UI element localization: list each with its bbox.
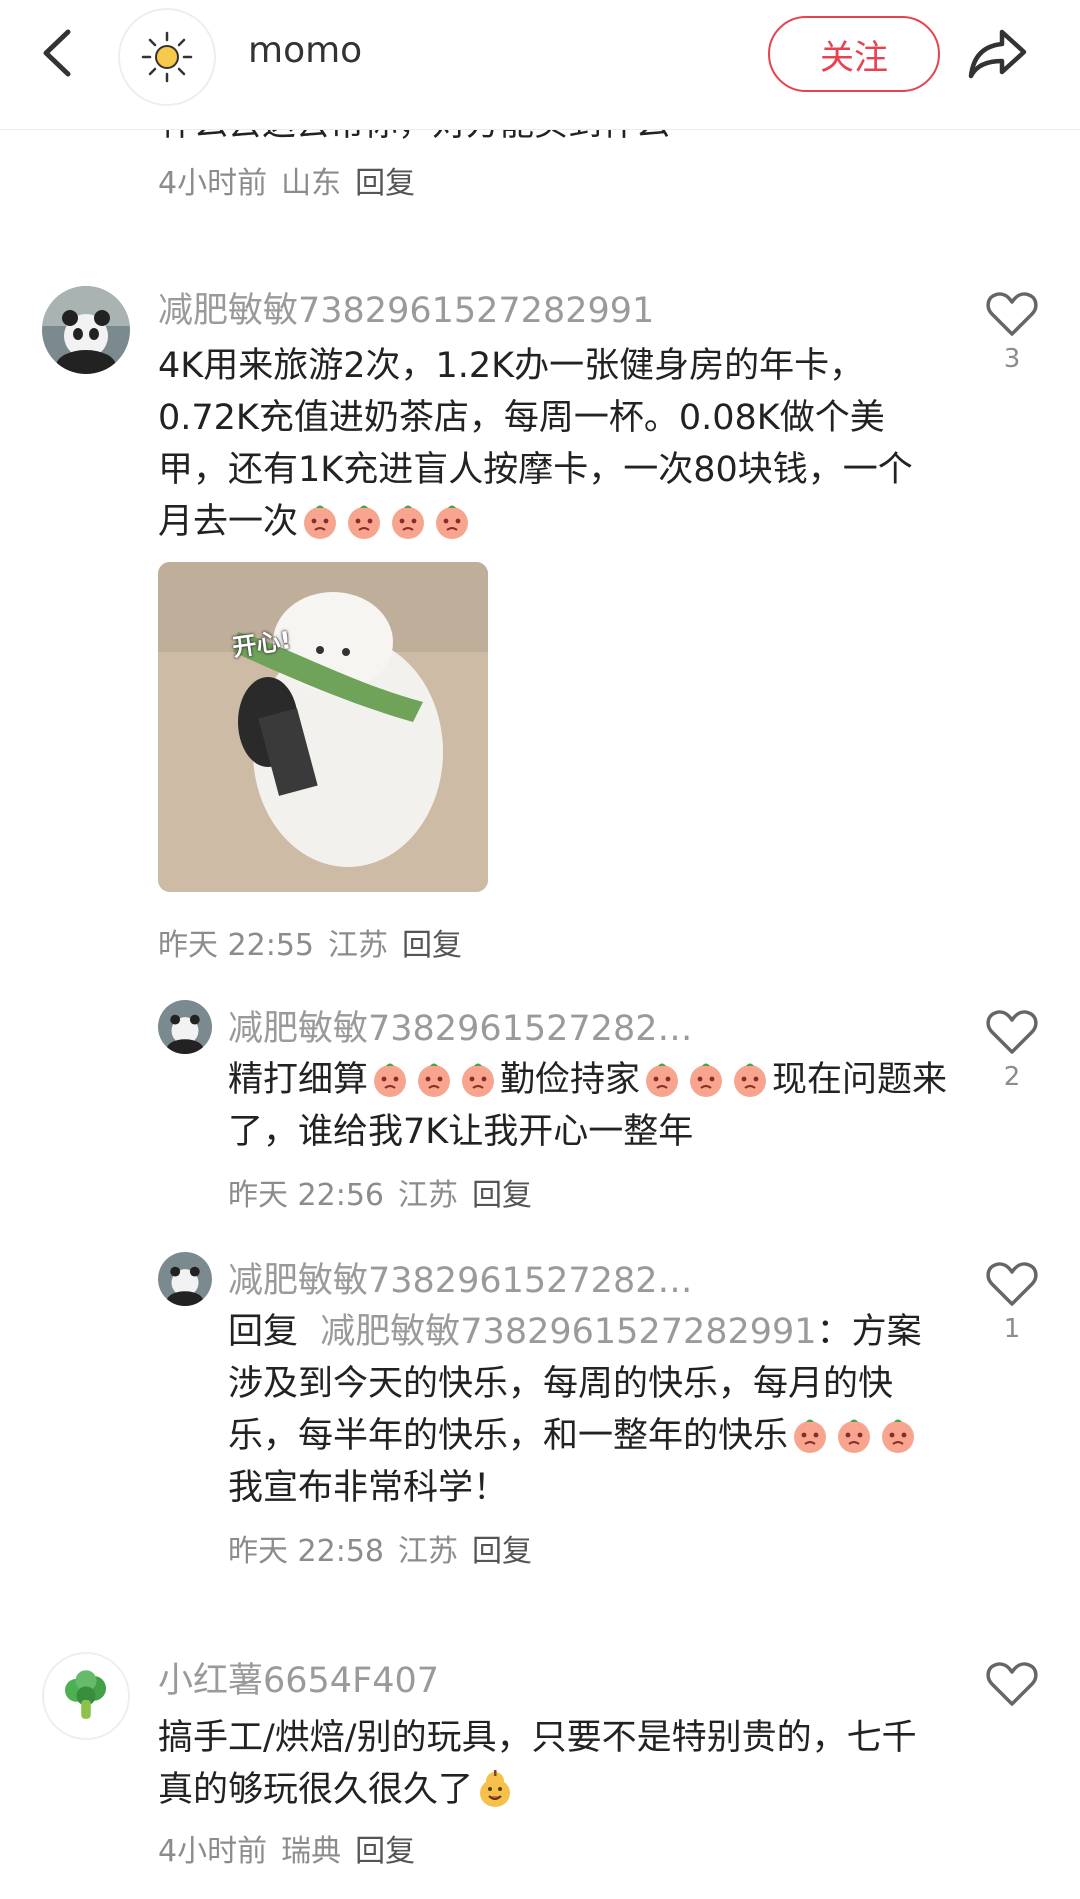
comment-meta: 昨天 22:58 江苏 回复 [228,1526,546,1570]
peach-emoji-icon [462,1063,495,1097]
like-count: 3 [1003,344,1021,374]
peach-emoji-icon [418,1063,451,1097]
avatar[interactable] [42,1652,130,1740]
like-button[interactable]: 1 [982,1260,1042,1344]
panda-avatar-icon [158,1000,212,1054]
comment-username[interactable]: 减肥敏敏7382961527282… [228,1252,693,1303]
peach-emoji-icon [734,1063,767,1097]
broccoli-icon [44,1654,128,1738]
peach-emoji-icon [304,505,337,539]
comment-meta: 昨天 22:55 江苏 回复 [158,920,476,964]
comment-time: 昨天 22:55 [158,928,314,963]
author-avatar[interactable] [118,8,216,106]
comment-body: 搞手工/烘焙/别的玩具，只要不是特别贵的，七千真的够玩很久很久了 [158,1718,917,1810]
comment-region: 江苏 [328,928,388,963]
reply-button[interactable]: 回复 [355,1834,415,1869]
avatar[interactable] [158,1252,212,1306]
reply-button[interactable]: 回复 [472,1178,532,1213]
comment-body: 4K用来旅游2次，1.2K办一张健身房的年卡，0.72K充值进奶茶店，每周一杯。… [158,346,913,542]
comment-meta: 4小时前 山东 回复 [158,158,429,202]
heart-icon [986,292,1038,336]
comment-username[interactable]: 减肥敏敏7382961527282991 [158,282,654,333]
comment-meta: 昨天 22:56 江苏 回复 [228,1170,546,1214]
share-button[interactable] [966,24,1030,84]
comment-region: 江苏 [398,1534,458,1569]
comment-text: 精打细算 勤俭持家 现在问题来了，谁给我7K让我开心一整年 [228,1054,948,1158]
heart-icon [986,1262,1038,1306]
comment-body: 精打细算 [228,1060,369,1100]
author-username[interactable]: momo [248,30,362,71]
reply-button[interactable]: 回复 [472,1534,532,1569]
like-count: 2 [1003,1062,1021,1092]
reply-button[interactable]: 回复 [355,166,415,201]
pear-emoji-icon [480,1770,511,1807]
dog-photo-icon [158,562,488,892]
share-icon [968,29,1027,79]
comment-username[interactable]: 小红薯6654F407 [158,1652,439,1703]
avatar[interactable] [42,286,130,374]
like-button[interactable]: 3 [982,290,1042,374]
comment-text: 4K用来旅游2次，1.2K办一张健身房的年卡，0.72K充值进奶茶店，每周一杯。… [158,340,938,548]
peach-emoji-icon [374,1063,407,1097]
comment-image[interactable]: 开心! [158,562,488,892]
comment-region: 江苏 [398,1178,458,1213]
comment-username[interactable]: 减肥敏敏7382961527282… [228,1000,693,1051]
heart-icon [986,1010,1038,1054]
comment-body: 勤俭持家 [500,1060,641,1100]
comment-time: 昨天 22:56 [228,1178,384,1213]
peach-emoji-icon [646,1063,679,1097]
peach-emoji-icon [348,505,381,539]
comment-meta: 4小时前 瑞典 回复 [158,1826,429,1870]
reply-button[interactable]: 回复 [402,928,462,963]
like-count: 1 [1003,1314,1021,1344]
follow-button[interactable]: 关注 [768,16,940,92]
back-button[interactable] [36,24,80,82]
peach-emoji-icon [794,1419,827,1453]
comment-region: 山东 [281,166,342,201]
comment-region: 瑞典 [281,1834,342,1869]
comment-time: 4小时前 [158,166,268,201]
reply-target-username[interactable]: 减肥敏敏7382961527282991 [320,1312,816,1352]
back-arrow-icon [43,29,71,77]
peach-emoji-icon [838,1419,871,1453]
like-button[interactable]: 2 [982,1008,1042,1092]
peach-emoji-icon [436,505,469,539]
top-bar: momo 关注 [0,0,1080,130]
comment-text: 回复 减肥敏敏7382961527282991：方案涉及到今天的快乐，每周的快乐… [228,1306,948,1514]
heart-icon [986,1662,1038,1706]
like-button[interactable] [982,1660,1042,1712]
sun-icon [141,31,193,83]
comment-time: 昨天 22:58 [228,1534,384,1569]
panda-avatar-icon [158,1252,212,1306]
avatar[interactable] [158,1000,212,1054]
comment-time: 4小时前 [158,1834,268,1869]
peach-emoji-icon [392,505,425,539]
comment-body-tail: 我宣布非常科学！ [228,1468,509,1508]
peach-emoji-icon [882,1419,915,1453]
peach-emoji-icon [690,1063,723,1097]
reply-prefix: 回复 [228,1312,299,1352]
panda-avatar-icon [42,286,130,374]
comment-text: 搞手工/烘焙/别的玩具，只要不是特别贵的，七千真的够玩很久很久了 [158,1712,938,1816]
